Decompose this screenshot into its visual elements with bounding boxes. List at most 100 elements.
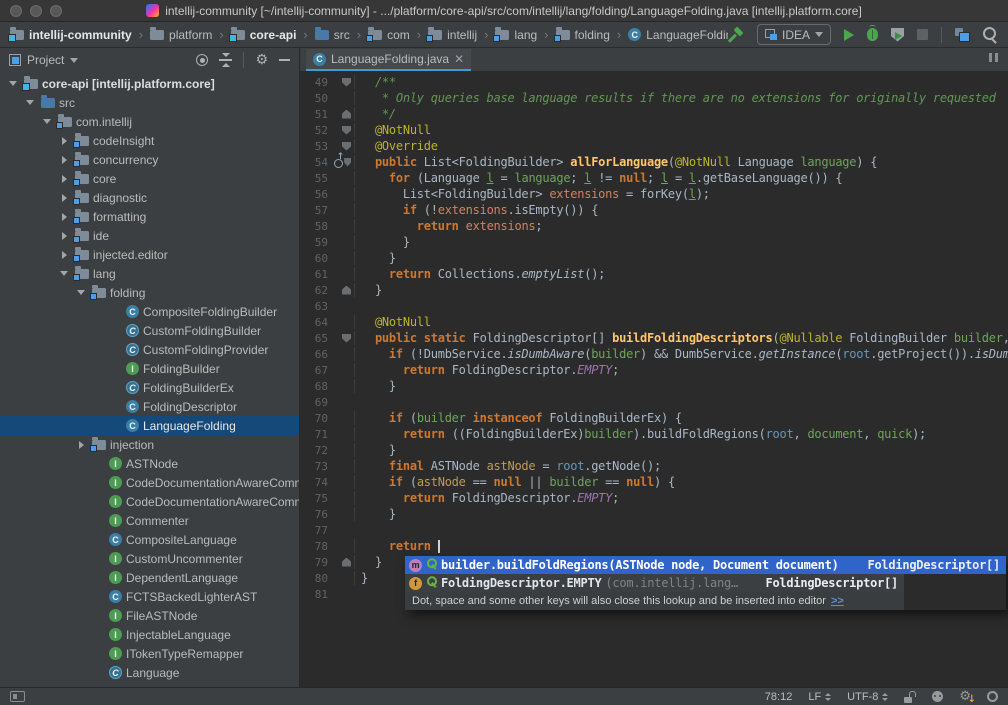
code-text[interactable]: public static FoldingDescriptor[] buildF… bbox=[354, 331, 1008, 345]
code-text[interactable]: return ((FoldingBuilderEx)builder).build… bbox=[354, 427, 926, 441]
tree-item-compositelanguage[interactable]: C CompositeLanguage bbox=[0, 530, 299, 549]
code-text[interactable]: } bbox=[354, 251, 396, 265]
line-number[interactable]: 76 bbox=[300, 508, 334, 521]
tree-item-injected-editor[interactable]: injected.editor bbox=[0, 245, 299, 264]
code-line-60[interactable]: 60 } bbox=[300, 250, 1008, 266]
line-number[interactable]: 63 bbox=[300, 300, 334, 313]
code-text[interactable]: @NotNull bbox=[354, 123, 431, 137]
code-line-77[interactable]: 77 bbox=[300, 522, 1008, 538]
gutter-marks[interactable] bbox=[334, 333, 354, 343]
code-line-75[interactable]: 75 return FoldingDescriptor.EMPTY; bbox=[300, 490, 1008, 506]
breadcrumb-item-src[interactable]: src bbox=[313, 26, 352, 43]
project-panel-title[interactable]: Project bbox=[27, 53, 64, 67]
code-line-71[interactable]: 71 return ((FoldingBuilderEx)builder).bu… bbox=[300, 426, 1008, 442]
line-number[interactable]: 70 bbox=[300, 412, 334, 425]
tree-item-codedocumentationawarecommenter[interactable]: I CodeDocumentationAwareCommenter bbox=[0, 473, 299, 492]
expand-arrow[interactable] bbox=[57, 271, 71, 276]
tree-item-core[interactable]: core bbox=[0, 169, 299, 188]
tree-item-injectablelanguage[interactable]: I InjectableLanguage bbox=[0, 625, 299, 644]
gutter-marks[interactable] bbox=[334, 152, 354, 168]
fold-end-icon[interactable] bbox=[342, 285, 351, 295]
code-text[interactable]: List<FoldingBuilder> extensions = forKey… bbox=[354, 187, 710, 201]
line-number[interactable]: 80 bbox=[300, 572, 334, 585]
encoding-widget[interactable]: UTF-8 bbox=[847, 691, 889, 703]
line-number[interactable]: 73 bbox=[300, 460, 334, 473]
project-structure-button[interactable] bbox=[955, 27, 970, 42]
gutter-marks[interactable] bbox=[334, 125, 354, 135]
expand-arrow[interactable] bbox=[57, 155, 71, 164]
code-line-72[interactable]: 72 } bbox=[300, 442, 1008, 458]
line-number[interactable]: 79 bbox=[300, 556, 334, 569]
code-text[interactable]: * Only queries base language results if … bbox=[354, 91, 1003, 105]
breadcrumb-item-core-api[interactable]: core-api bbox=[228, 26, 299, 43]
run-button[interactable] bbox=[844, 28, 854, 41]
code-line-63[interactable]: 63 bbox=[300, 298, 1008, 314]
code-text[interactable]: } bbox=[354, 507, 396, 521]
build-project-button[interactable] bbox=[728, 27, 744, 43]
fold-start-icon[interactable] bbox=[344, 157, 351, 167]
code-text[interactable]: } bbox=[354, 555, 382, 569]
gutter-marks[interactable] bbox=[334, 141, 354, 151]
run-with-coverage-button[interactable] bbox=[891, 27, 904, 42]
code-line-64[interactable]: 64 @NotNull bbox=[300, 314, 1008, 330]
breadcrumb-item-platform[interactable]: platform bbox=[148, 26, 214, 43]
code-text[interactable]: public List<FoldingBuilder> allForLangua… bbox=[354, 155, 877, 169]
code-text[interactable]: if (astNode == null || builder == null) … bbox=[354, 475, 675, 489]
line-number[interactable]: 71 bbox=[300, 428, 334, 441]
code-line-61[interactable]: 61 return Collections.emptyList(); bbox=[300, 266, 1008, 282]
expand-arrow[interactable] bbox=[57, 193, 71, 202]
close-window-button[interactable] bbox=[10, 5, 22, 17]
code-line-49[interactable]: 49 /** bbox=[300, 74, 1008, 90]
tree-item-ide[interactable]: ide bbox=[0, 226, 299, 245]
update-available-icon[interactable]: ⚙ bbox=[959, 690, 975, 705]
code-line-67[interactable]: 67 return FoldingDescriptor.EMPTY; bbox=[300, 362, 1008, 378]
tree-item-foldingbuilder[interactable]: I FoldingBuilder bbox=[0, 359, 299, 378]
inspections-hector-icon[interactable] bbox=[932, 691, 944, 702]
code-text[interactable]: return bbox=[354, 539, 440, 553]
line-number[interactable]: 61 bbox=[300, 268, 334, 281]
line-number[interactable]: 64 bbox=[300, 316, 334, 329]
overrides-icon[interactable] bbox=[334, 152, 344, 168]
gutter-marks[interactable] bbox=[334, 285, 354, 295]
tree-item-concurrency[interactable]: concurrency bbox=[0, 150, 299, 169]
code-text[interactable]: @NotNull bbox=[354, 315, 431, 329]
breadcrumb-item-lang[interactable]: lang bbox=[493, 26, 539, 43]
tree-item-customfoldingprovider[interactable]: C CustomFoldingProvider bbox=[0, 340, 299, 359]
expand-arrow[interactable] bbox=[57, 212, 71, 221]
code-line-62[interactable]: 62 } bbox=[300, 282, 1008, 298]
run-configuration-select[interactable]: IDEA bbox=[756, 24, 831, 45]
gutter-marks[interactable] bbox=[334, 109, 354, 119]
line-number[interactable]: 53 bbox=[300, 140, 334, 153]
gear-icon[interactable]: ⚙ bbox=[255, 53, 268, 67]
completion-item-builder-buildfoldregions-astno[interactable]: m builder.buildFoldRegions(ASTNode node, … bbox=[405, 556, 1006, 574]
breadcrumb-item-com[interactable]: com bbox=[366, 26, 412, 43]
tree-item-lang[interactable]: lang bbox=[0, 264, 299, 283]
expand-arrow[interactable] bbox=[6, 81, 20, 86]
code-line-52[interactable]: 52 @NotNull bbox=[300, 122, 1008, 138]
caret-position-widget[interactable]: 78:12 bbox=[765, 691, 793, 703]
tree-item-codedocumentationawarecommenterex[interactable]: I CodeDocumentationAwareCommenterEx bbox=[0, 492, 299, 511]
tree-item-compositefoldingbuilder[interactable]: C CompositeFoldingBuilder bbox=[0, 302, 299, 321]
tree-item-diagnostic[interactable]: diagnostic bbox=[0, 188, 299, 207]
close-tab-icon[interactable]: ✕ bbox=[454, 53, 464, 65]
expand-arrow[interactable] bbox=[74, 440, 88, 449]
line-number[interactable]: 67 bbox=[300, 364, 334, 377]
code-line-59[interactable]: 59 } bbox=[300, 234, 1008, 250]
line-number[interactable]: 65 bbox=[300, 332, 334, 345]
expand-arrow[interactable] bbox=[57, 136, 71, 145]
toolwindow-toggle-icon[interactable] bbox=[10, 691, 25, 702]
tree-item-formatting[interactable]: formatting bbox=[0, 207, 299, 226]
line-separator-widget[interactable]: LF bbox=[808, 691, 832, 703]
line-number[interactable]: 59 bbox=[300, 236, 334, 249]
tree-item-core-api-intellij-platform-core[interactable]: core-api [intellij.platform.core] bbox=[0, 74, 299, 93]
code-line-66[interactable]: 66 if (!DumbService.isDumbAware(builder)… bbox=[300, 346, 1008, 362]
code-line-57[interactable]: 57 if (!extensions.isEmpty()) { bbox=[300, 202, 1008, 218]
code-text[interactable]: } bbox=[354, 235, 410, 249]
code-text[interactable]: if (!DumbService.isDumbAware(builder) &&… bbox=[354, 347, 1008, 361]
fold-end-icon[interactable] bbox=[342, 109, 351, 119]
code-text[interactable]: @Override bbox=[354, 139, 438, 153]
tree-item-language[interactable]: C Language bbox=[0, 663, 299, 682]
code-text[interactable]: } bbox=[354, 571, 368, 585]
tab-languagefolding-java[interactable]: C LanguageFolding.java ✕ bbox=[306, 49, 472, 71]
code-line-65[interactable]: 65 public static FoldingDescriptor[] bui… bbox=[300, 330, 1008, 346]
